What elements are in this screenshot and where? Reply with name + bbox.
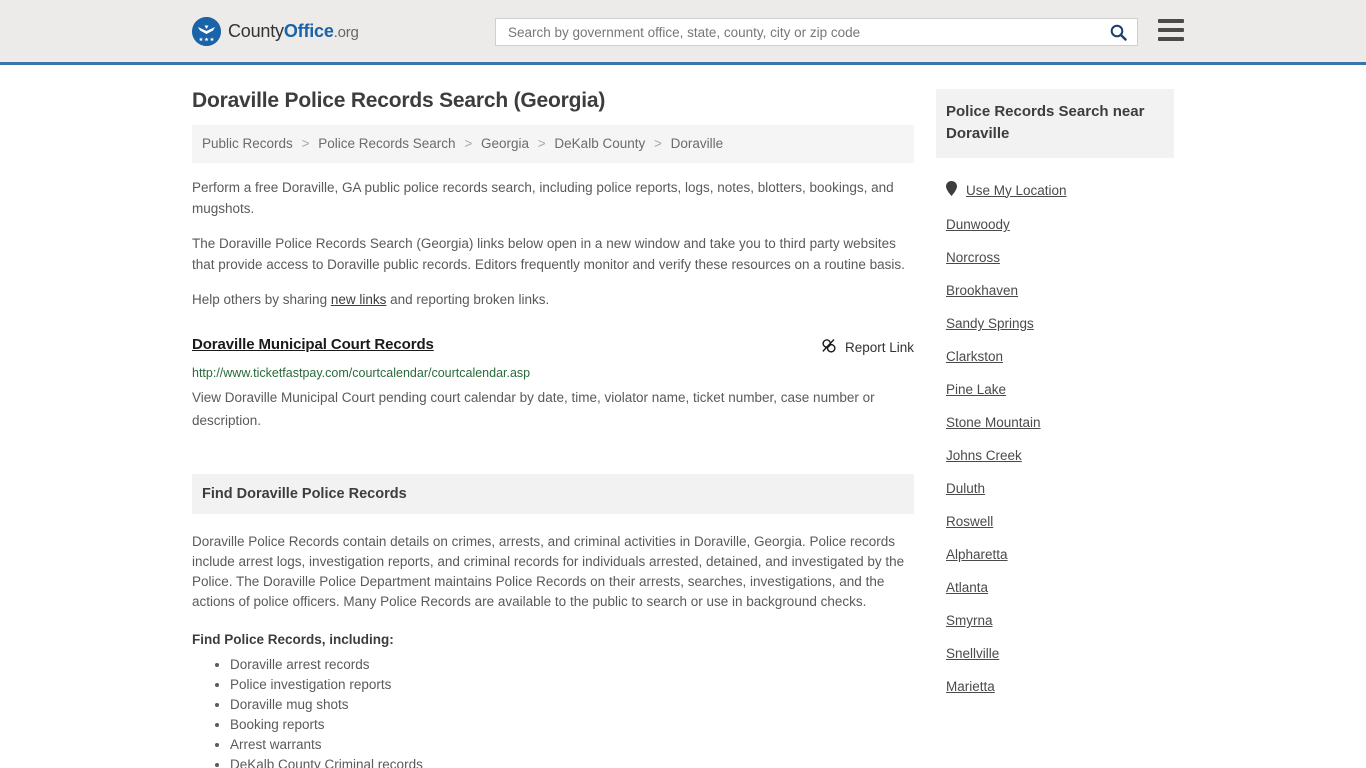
site-header: CountyOffice.org <box>0 0 1366 65</box>
search-icon[interactable] <box>1104 24 1133 41</box>
sidebar-item-pine-lake[interactable]: Pine Lake <box>936 373 1174 406</box>
sidebar-item-alpharetta[interactable]: Alpharetta <box>936 538 1174 571</box>
page-title: Doraville Police Records Search (Georgia… <box>192 89 606 112</box>
list-item: Doraville mug shots <box>230 695 914 715</box>
list-item: Police investigation reports <box>230 675 914 695</box>
sidebar-item-atlanta[interactable]: Atlanta <box>936 571 1174 604</box>
breadcrumb-item-georgia[interactable]: Georgia <box>481 136 529 151</box>
sidebar: Police Records Search near Doraville Use… <box>936 89 1174 703</box>
eagle-seal-icon <box>192 16 221 46</box>
sidebar-item-smyrna[interactable]: Smyrna <box>936 604 1174 637</box>
page-body: Doraville Police Records Search (Georgia… <box>0 65 1366 768</box>
search-area <box>495 18 1138 46</box>
breadcrumb-item-public-records[interactable]: Public Records <box>202 136 293 151</box>
sidebar-item-roswell[interactable]: Roswell <box>936 505 1174 538</box>
hamburger-bar <box>1158 37 1184 41</box>
sidebar-item-label: Use My Location <box>966 182 1067 198</box>
help-text-after: and reporting broken links. <box>386 292 550 307</box>
breadcrumb-separator: > <box>301 136 310 151</box>
sidebar-city-list: Use My Location Dunwoody Norcross Brookh… <box>936 172 1174 703</box>
search-box <box>495 18 1138 46</box>
site-logo[interactable]: CountyOffice.org <box>192 16 359 46</box>
sidebar-item-johns-creek[interactable]: Johns Creek <box>936 439 1174 472</box>
find-records-subheading: Find Police Records, including: <box>192 632 394 647</box>
intro-paragraph-2: The Doraville Police Records Search (Geo… <box>192 236 905 272</box>
report-link-label: Report Link <box>844 339 914 355</box>
sidebar-item-duluth[interactable]: Duluth <box>936 472 1174 505</box>
breadcrumb: Public Records > Police Records Search >… <box>192 125 914 163</box>
sidebar-item-norcross[interactable]: Norcross <box>936 241 1174 274</box>
broken-link-icon <box>820 337 837 357</box>
hamburger-menu-icon[interactable] <box>1158 19 1184 41</box>
sidebar-item-marietta[interactable]: Marietta <box>936 670 1174 703</box>
help-paragraph: Help others by sharing new links and rep… <box>192 289 914 310</box>
hamburger-bar <box>1158 28 1184 32</box>
sidebar-item-stone-mountain[interactable]: Stone Mountain <box>936 406 1174 439</box>
list-item: Doraville arrest records <box>230 655 914 675</box>
find-records-heading: Find Doraville Police Records <box>192 474 914 514</box>
breadcrumb-item-doraville[interactable]: Doraville <box>671 136 724 151</box>
sidebar-item-use-my-location[interactable]: Use My Location <box>936 172 1174 208</box>
report-link-button[interactable]: Report Link <box>820 336 914 357</box>
sidebar-item-snellville[interactable]: Snellville <box>936 637 1174 670</box>
breadcrumb-separator: > <box>537 136 546 151</box>
list-item: DeKalb County Criminal records <box>230 755 914 768</box>
new-links-link[interactable]: new links <box>331 292 387 307</box>
sidebar-item-brookhaven[interactable]: Brookhaven <box>936 274 1174 307</box>
breadcrumb-separator: > <box>654 136 662 151</box>
result-header-row: Doraville Municipal Court Records Report… <box>192 336 914 357</box>
breadcrumb-item-police-records-search[interactable]: Police Records Search <box>318 136 455 151</box>
logo-text-county: County <box>228 20 284 41</box>
find-records-body: Doraville Police Records contain details… <box>192 534 905 609</box>
sidebar-item-dunwoody[interactable]: Dunwoody <box>936 208 1174 241</box>
list-item: Arrest warrants <box>230 735 914 755</box>
logo-text-office: Office <box>283 20 334 41</box>
list-item: Booking reports <box>230 715 914 735</box>
sidebar-heading: Police Records Search near Doraville <box>936 89 1174 158</box>
result-title-link[interactable]: Doraville Municipal Court Records <box>192 336 434 353</box>
sidebar-item-sandy-springs[interactable]: Sandy Springs <box>936 307 1174 340</box>
map-pin-icon <box>946 181 957 199</box>
sidebar-item-clarkston[interactable]: Clarkston <box>936 340 1174 373</box>
search-input[interactable] <box>506 23 1104 41</box>
record-types-list: Doraville arrest records Police investig… <box>192 655 914 768</box>
help-text-before: Help others by sharing <box>192 292 331 307</box>
breadcrumb-item-dekalb-county[interactable]: DeKalb County <box>554 136 645 151</box>
logo-wordmark: CountyOffice.org <box>228 21 359 42</box>
result-url-link[interactable]: http://www.ticketfastpay.com/courtcalend… <box>192 365 914 381</box>
breadcrumb-separator: > <box>464 136 473 151</box>
result-item: Doraville Municipal Court Records Report… <box>192 336 914 432</box>
main-content: Doraville Police Records Search (Georgia… <box>192 65 914 768</box>
result-description: View Doraville Municipal Court pending c… <box>192 390 875 428</box>
intro-paragraph-1: Perform a free Doraville, GA public poli… <box>192 180 894 216</box>
logo-text-org: .org <box>333 23 359 41</box>
hamburger-bar <box>1158 19 1184 23</box>
